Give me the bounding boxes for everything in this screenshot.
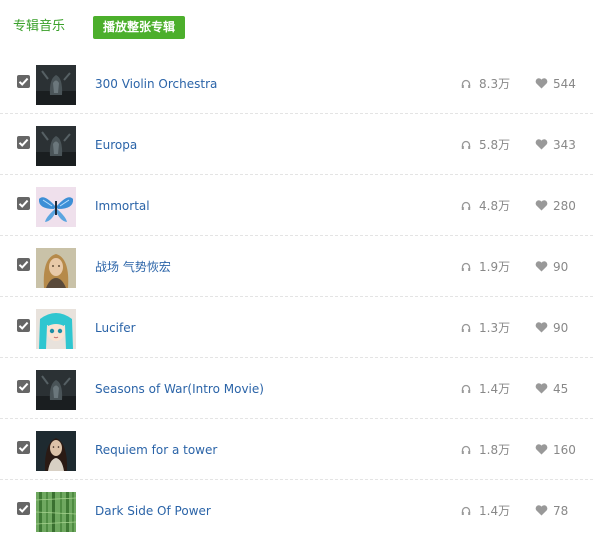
heart-icon[interactable] [535, 138, 548, 150]
play-count-value: 5.8万 [479, 138, 511, 152]
headphones-icon [461, 504, 471, 515]
album-cover[interactable] [36, 370, 76, 410]
like-count-value: 280 [553, 199, 576, 213]
checked-checkbox-icon[interactable] [17, 319, 30, 332]
track-row: 300 Violin Orchestra 8.3万 544 [0, 53, 593, 114]
heart-icon[interactable] [535, 382, 548, 394]
track-row: 战场 气势恢宏 1.9万 90 [0, 236, 593, 297]
track-row: Requiem for a tower 1.8万 160 [0, 419, 593, 480]
track-title-link[interactable]: Lucifer [95, 320, 136, 336]
play-count: 8.3万 [461, 76, 510, 92]
like-count-value: 90 [553, 321, 569, 335]
headphones-icon [461, 382, 471, 393]
play-count-value: 1.8万 [479, 443, 511, 457]
like-count-value: 160 [553, 443, 576, 457]
like-count-value: 90 [553, 260, 569, 274]
play-count-value: 1.4万 [479, 382, 511, 396]
like-count-value: 45 [553, 382, 569, 396]
like-count-value: 544 [553, 77, 576, 91]
checked-checkbox-icon[interactable] [17, 258, 30, 271]
play-count-value: 8.3万 [479, 77, 511, 91]
headphones-icon [461, 321, 471, 332]
play-count-value: 4.8万 [479, 199, 511, 213]
headphones-icon [461, 199, 471, 210]
album-cover[interactable] [36, 65, 76, 105]
like-count-value: 343 [553, 138, 576, 152]
track-row: Lucifer 1.3万 90 [0, 297, 593, 358]
track-row: Seasons of War(Intro Movie) 1.4万 45 [0, 358, 593, 419]
track-title-link[interactable]: 300 Violin Orchestra [95, 76, 217, 92]
play-count: 1.3万 [461, 320, 510, 336]
play-count: 5.8万 [461, 137, 510, 153]
album-cover[interactable] [36, 248, 76, 288]
track-title-link[interactable]: Immortal [95, 198, 150, 214]
heart-icon[interactable] [535, 77, 548, 89]
album-header: 专辑音乐 播放整张专辑 [0, 0, 593, 50]
headphones-icon [461, 77, 471, 88]
track-row: Dark Side Of Power 1.4万 78 [0, 480, 593, 539]
album-cover[interactable] [36, 492, 76, 532]
play-all-album-button[interactable]: 播放整张专辑 [93, 16, 185, 39]
checked-checkbox-icon[interactable] [17, 441, 30, 454]
track-row: Europa 5.8万 343 [0, 114, 593, 175]
track-list: 300 Violin Orchestra 8.3万 544 Europa 5.8… [0, 53, 593, 539]
checked-checkbox-icon[interactable] [17, 380, 30, 393]
play-count: 1.4万 [461, 503, 510, 519]
play-count-value: 1.4万 [479, 504, 511, 518]
album-cover[interactable] [36, 309, 76, 349]
album-music-panel: 专辑音乐 播放整张专辑 300 Violin Orchestra 8.3万 54… [0, 0, 593, 539]
heart-icon[interactable] [535, 443, 548, 455]
headphones-icon [461, 443, 471, 454]
album-cover[interactable] [36, 187, 76, 227]
heart-icon[interactable] [535, 504, 548, 516]
like-count: 160 [535, 442, 576, 458]
like-count: 343 [535, 137, 576, 153]
checked-checkbox-icon[interactable] [17, 136, 30, 149]
like-count: 544 [535, 76, 576, 92]
heart-icon[interactable] [535, 260, 548, 272]
like-count: 90 [535, 320, 568, 336]
play-count-value: 1.9万 [479, 260, 511, 274]
track-title-link[interactable]: Seasons of War(Intro Movie) [95, 381, 264, 397]
heart-icon[interactable] [535, 321, 548, 333]
like-count: 78 [535, 503, 568, 519]
like-count: 90 [535, 259, 568, 275]
play-count: 1.9万 [461, 259, 510, 275]
play-count: 1.4万 [461, 381, 510, 397]
album-cover[interactable] [36, 431, 76, 471]
track-row: Immortal 4.8万 280 [0, 175, 593, 236]
play-count: 1.8万 [461, 442, 510, 458]
checked-checkbox-icon[interactable] [17, 75, 30, 88]
checked-checkbox-icon[interactable] [17, 502, 30, 515]
track-title-link[interactable]: Europa [95, 137, 137, 153]
album-cover[interactable] [36, 126, 76, 166]
track-title-link[interactable]: 战场 气势恢宏 [95, 259, 171, 275]
checked-checkbox-icon[interactable] [17, 197, 30, 210]
headphones-icon [461, 138, 471, 149]
headphones-icon [461, 260, 471, 271]
track-title-link[interactable]: Dark Side Of Power [95, 503, 211, 519]
play-count-value: 1.3万 [479, 321, 511, 335]
like-count-value: 78 [553, 504, 569, 518]
like-count: 280 [535, 198, 576, 214]
heart-icon[interactable] [535, 199, 548, 211]
track-title-link[interactable]: Requiem for a tower [95, 442, 217, 458]
play-count: 4.8万 [461, 198, 510, 214]
like-count: 45 [535, 381, 568, 397]
section-title: 专辑音乐 [13, 19, 66, 34]
